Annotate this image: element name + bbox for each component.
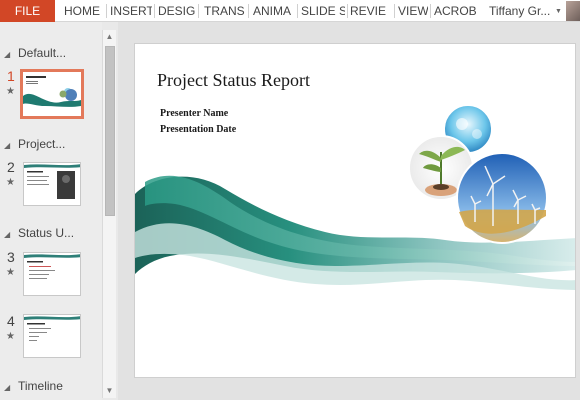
slide-thumbnail-pane: ◢ Default... 1 ★ ◢ Project... 2 ★ ◢ Statu bbox=[0, 22, 102, 400]
section-status-update[interactable]: ◢ Status U... bbox=[4, 226, 74, 242]
presenter-name[interactable]: Presenter Name bbox=[160, 108, 228, 119]
tab-divider bbox=[154, 4, 155, 18]
presentation-date[interactable]: Presentation Date bbox=[160, 124, 236, 135]
animation-star-icon: ★ bbox=[6, 331, 15, 342]
tab-divider bbox=[394, 4, 395, 18]
collapse-triangle-icon[interactable]: ◢ bbox=[4, 50, 18, 59]
slide-thumbnail-1[interactable] bbox=[20, 69, 84, 119]
tab-insert[interactable]: INSERT bbox=[110, 0, 152, 22]
tab-divider bbox=[347, 4, 348, 18]
thumbnail-graphic bbox=[23, 76, 81, 107]
ribbon-tab-bar: FILE HOME INSERT DESIG TRANS ANIMA SLIDE… bbox=[0, 0, 580, 22]
slide-thumbnail-3[interactable] bbox=[23, 252, 81, 296]
thumbnail-graphic bbox=[24, 164, 80, 199]
section-default[interactable]: ◢ Default... bbox=[4, 46, 66, 62]
tab-review[interactable]: REVIE bbox=[350, 0, 392, 22]
section-timeline[interactable]: ◢ Timeline bbox=[4, 379, 63, 395]
scroll-up-icon[interactable]: ▲ bbox=[103, 30, 116, 44]
thumbnail-graphic bbox=[24, 254, 80, 279]
slide-canvas[interactable]: Project Status Report Presenter Name Pre… bbox=[134, 43, 576, 378]
collapse-triangle-icon[interactable]: ◢ bbox=[4, 230, 18, 239]
scrollbar-thumb[interactable] bbox=[105, 46, 115, 216]
slide-background-graphic bbox=[135, 104, 575, 290]
thumbnail-graphic bbox=[24, 316, 80, 341]
slide-thumbnail-4[interactable] bbox=[23, 314, 81, 358]
animation-star-icon: ★ bbox=[6, 86, 15, 97]
tab-divider bbox=[248, 4, 249, 18]
slide-number: 2 bbox=[7, 159, 15, 175]
slide-number: 1 bbox=[7, 68, 15, 84]
slide-number: 3 bbox=[7, 249, 15, 265]
tab-divider bbox=[198, 4, 199, 18]
collapse-triangle-icon[interactable]: ◢ bbox=[4, 383, 18, 392]
animation-star-icon: ★ bbox=[6, 267, 15, 278]
tab-home[interactable]: HOME bbox=[64, 0, 104, 22]
section-label: Default... bbox=[18, 46, 67, 60]
slide-number: 4 bbox=[7, 313, 15, 329]
tab-divider bbox=[297, 4, 298, 18]
tab-animations[interactable]: ANIMA bbox=[253, 0, 295, 22]
scroll-down-icon[interactable]: ▼ bbox=[103, 384, 116, 398]
avatar[interactable] bbox=[566, 1, 580, 21]
tab-view[interactable]: VIEW bbox=[398, 0, 428, 22]
tab-divider bbox=[106, 4, 107, 18]
section-label: Timeline bbox=[18, 379, 63, 393]
collapse-triangle-icon[interactable]: ◢ bbox=[4, 141, 18, 150]
tab-divider bbox=[430, 4, 431, 18]
section-label: Status U... bbox=[18, 226, 75, 240]
tab-transitions[interactable]: TRANS bbox=[204, 0, 246, 22]
section-project[interactable]: ◢ Project... bbox=[4, 137, 65, 153]
user-account-name[interactable]: Tiffany Gr... bbox=[489, 0, 550, 22]
tab-slide-show[interactable]: SLIDE S bbox=[301, 0, 345, 22]
slide-thumbnail-2[interactable] bbox=[23, 162, 81, 206]
tab-file[interactable]: FILE bbox=[0, 0, 55, 22]
slide-title[interactable]: Project Status Report bbox=[157, 70, 310, 91]
thumbnail-scrollbar[interactable]: ▲ ▼ bbox=[102, 30, 116, 398]
animation-star-icon: ★ bbox=[6, 177, 15, 188]
tab-acrobat[interactable]: ACROB bbox=[434, 0, 478, 22]
chevron-down-icon[interactable]: ▼ bbox=[555, 8, 562, 15]
tab-design[interactable]: DESIG bbox=[158, 0, 196, 22]
section-label: Project... bbox=[18, 137, 66, 151]
